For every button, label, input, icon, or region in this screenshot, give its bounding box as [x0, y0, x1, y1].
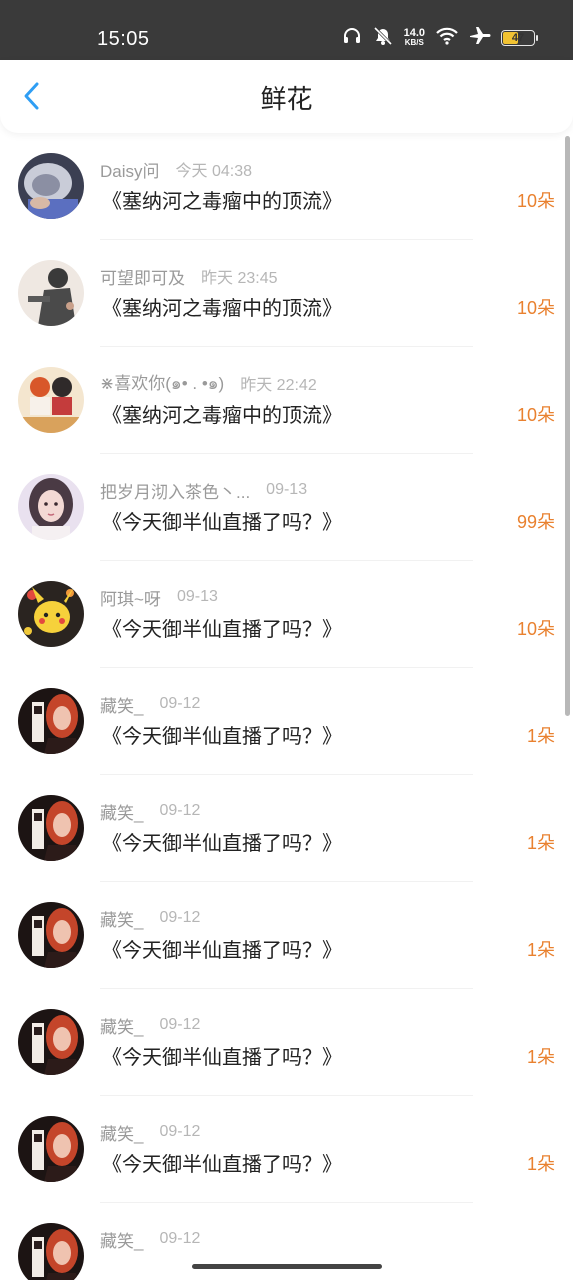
timestamp: 09-12: [159, 802, 201, 819]
book-title[interactable]: 《塞纳河之毒瘤中的顶流》: [102, 294, 342, 322]
name-line: 把岁月沏入茶色丶... 09-13: [100, 478, 307, 502]
avatar[interactable]: [18, 153, 84, 219]
user-name[interactable]: 藏笑_: [100, 906, 143, 931]
flower-count: 10朵: [516, 619, 555, 639]
flower-count: 99朵: [516, 512, 555, 532]
book-title[interactable]: 《今天御半仙直播了吗？》: [102, 829, 342, 857]
avatar[interactable]: [18, 367, 84, 433]
list-item[interactable]: 藏笑_ 09-12 《今天御半仙直播了吗？》 1朵: [0, 989, 573, 1096]
avatar[interactable]: [18, 474, 84, 540]
flower-record-list: Daisy问 今天 04:38 《塞纳河之毒瘤中的顶流》 10朵 可望即可及 昨天 23:…: [0, 133, 573, 1280]
timestamp: 今天 04:38: [175, 163, 253, 180]
book-title[interactable]: 《塞纳河之毒瘤中的顶流》: [102, 187, 342, 215]
book-title[interactable]: 《今天御半仙直播了吗？》: [102, 1150, 342, 1178]
header: 鲜花: [0, 60, 573, 133]
timestamp: 09-12: [159, 695, 201, 712]
timestamp: 09-12: [159, 909, 201, 926]
name-line: 藏笑_ 09-12: [100, 1227, 200, 1251]
airplane-icon: [469, 26, 491, 50]
avatar[interactable]: [18, 581, 84, 647]
net-speed-unit: KB/S: [404, 38, 424, 47]
name-line: 藏笑_ 09-12: [100, 1013, 200, 1037]
name-line: 藏笑_ 09-12: [100, 1120, 200, 1144]
list-item[interactable]: 藏笑_ 09-12 《今天御半仙直播了吗？》 1朵: [0, 775, 573, 882]
list-item[interactable]: 阿琪~呀 09-13 《今天御半仙直播了吗？》 10朵: [0, 561, 573, 668]
name-line: 可望即可及 昨天 23:45: [100, 264, 278, 288]
list-item[interactable]: 把岁月沏入茶色丶... 09-13 《今天御半仙直播了吗？》 99朵: [0, 454, 573, 561]
timestamp: 昨天 23:45: [201, 270, 278, 287]
book-title[interactable]: 《今天御半仙直播了吗？》: [102, 615, 342, 643]
book-title[interactable]: 《今天御半仙直播了吗？》: [102, 508, 342, 536]
name-line: 藏笑_ 09-12: [100, 906, 200, 930]
timestamp: 09-12: [159, 1230, 201, 1247]
user-name[interactable]: 藏笑_: [100, 1120, 143, 1145]
net-speed: 14.0 KB/S: [404, 28, 425, 48]
avatar[interactable]: [18, 795, 84, 861]
flower-count: 10朵: [516, 191, 555, 211]
user-name[interactable]: 把岁月沏入茶色丶...: [100, 478, 250, 503]
name-line: 藏笑_ 09-12: [100, 692, 200, 716]
book-title[interactable]: 《今天御半仙直播了吗？》: [102, 1043, 342, 1071]
net-speed-value: 14.0: [403, 27, 425, 39]
wifi-icon: [435, 26, 459, 50]
list-item[interactable]: 藏笑_ 09-12 《今天御半仙直播了吗？》 1朵: [0, 668, 573, 775]
flower-count: 10朵: [516, 405, 555, 425]
flower-count: 1朵: [526, 726, 555, 746]
status-icons: 14.0 KB/S 47: [332, 26, 538, 50]
timestamp: 09-13: [266, 481, 308, 498]
headphones-icon: [342, 26, 362, 50]
avatar[interactable]: [18, 688, 84, 754]
page-title: 鲜花: [260, 85, 313, 115]
book-title[interactable]: 《今天御半仙直播了吗？》: [102, 936, 342, 964]
user-name[interactable]: 藏笑_: [100, 799, 143, 824]
user-name[interactable]: 阿琪~呀: [100, 585, 161, 610]
list-item[interactable]: ⋇喜欢你(๑• . •๑) 昨天 22:42 《塞纳河之毒瘤中的顶流》 10朵: [0, 347, 573, 454]
avatar[interactable]: [18, 1223, 84, 1280]
avatar[interactable]: [18, 260, 84, 326]
avatar[interactable]: [18, 902, 84, 968]
timestamp: 09-12: [159, 1123, 201, 1140]
list-item[interactable]: 藏笑_ 09-12 《今天御半仙直播了吗？》 1朵: [0, 882, 573, 989]
book-title[interactable]: 《今天御半仙直播了吗？》: [102, 722, 342, 750]
home-indicator[interactable]: [192, 1264, 382, 1269]
status-bar: 15:05 14.0 KB/S 47: [0, 0, 573, 60]
user-name[interactable]: 藏笑_: [100, 692, 143, 717]
mute-icon: [372, 26, 394, 50]
name-line: ⋇喜欢你(๑• . •๑) 昨天 22:42: [100, 371, 317, 395]
name-line: 藏笑_ 09-12: [100, 799, 200, 823]
user-name[interactable]: 藏笑_: [100, 1013, 143, 1038]
flower-count: 1朵: [526, 1154, 555, 1174]
user-name[interactable]: 可望即可及: [100, 264, 185, 289]
scrollbar[interactable]: [565, 136, 570, 716]
user-name[interactable]: 藏笑_: [100, 1227, 143, 1252]
timestamp: 09-12: [159, 1016, 201, 1033]
status-time: 15:05: [97, 28, 150, 50]
book-title[interactable]: 《塞纳河之毒瘤中的顶流》: [102, 401, 342, 429]
flower-count: 1朵: [526, 1047, 555, 1067]
timestamp: 昨天 22:42: [240, 377, 317, 394]
list-item[interactable]: Daisy问 今天 04:38 《塞纳河之毒瘤中的顶流》 10朵: [0, 133, 573, 240]
user-name[interactable]: ⋇喜欢你(๑• . •๑): [100, 369, 224, 397]
flower-count: 10朵: [516, 298, 555, 318]
flower-count: 1朵: [526, 833, 555, 853]
name-line: Daisy问 今天 04:38: [100, 157, 252, 181]
avatar[interactable]: [18, 1116, 84, 1182]
flower-count: 1朵: [526, 940, 555, 960]
list-item[interactable]: 可望即可及 昨天 23:45 《塞纳河之毒瘤中的顶流》 10朵: [0, 240, 573, 347]
list-item[interactable]: 藏笑_ 09-12 《今天御半仙直播了吗？》 1朵: [0, 1096, 573, 1203]
name-line: 阿琪~呀 09-13: [100, 585, 218, 609]
battery-icon: 47: [501, 30, 538, 46]
timestamp: 09-13: [176, 588, 218, 605]
battery-level: 47: [511, 32, 525, 44]
avatar[interactable]: [18, 1009, 84, 1075]
user-name[interactable]: Daisy问: [100, 157, 160, 182]
